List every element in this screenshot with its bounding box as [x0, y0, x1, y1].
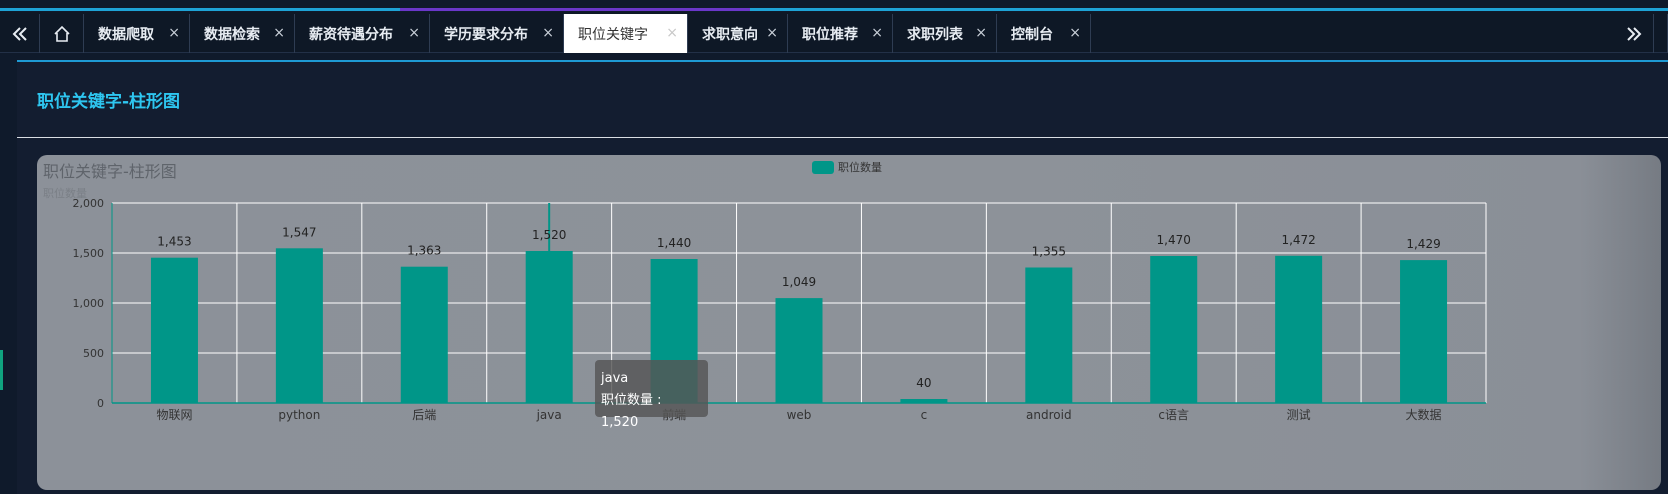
double-chevron-right-icon [1626, 26, 1641, 41]
tab-2[interactable]: 数据检索 × [190, 14, 295, 53]
tooltip-value: 职位数量 : 1,520 [601, 393, 662, 430]
bar [150, 257, 198, 403]
tab-9[interactable]: 控制台 × [997, 14, 1091, 53]
tab-3[interactable]: 薪资待遇分布 × [295, 14, 430, 53]
bar-value-label: 1,547 [282, 225, 316, 239]
bar-value-label: 1,453 [157, 235, 191, 249]
chart-container: 职位关键字-柱形图 职位数量 职位数量 0 500 1,000 1,500 2,000 1… [37, 155, 1661, 490]
bar-value-label: 1,355 [1032, 245, 1066, 259]
bar [275, 248, 323, 403]
tab-label: 学历要求分布 [444, 26, 528, 43]
chart-tooltip: java 职位数量 : 1,520 [595, 360, 708, 430]
tabs-menu-button[interactable] [1654, 14, 1668, 53]
tabs-prev-button[interactable] [0, 14, 40, 53]
tab-label: 数据爬取 [98, 26, 154, 43]
tab-label: 求职意向 [702, 26, 758, 43]
x-tick-label: python [278, 408, 320, 422]
double-chevron-left-icon [12, 26, 27, 41]
x-tick-label: 物联网 [156, 408, 192, 422]
bar-value-label: 1,520 [532, 228, 566, 242]
tab-bar: 数据爬取 × 数据检索 × 薪资待遇分布 × 学历要求分布 × 职位关键字 × 求职意向 × 职位推荐 ×… [0, 12, 1668, 53]
tab-4[interactable]: 学历要求分布 × [430, 14, 564, 53]
top-accent-segment [400, 8, 750, 11]
tab-6[interactable]: 求职意向 × [688, 14, 788, 53]
tab-label: 数据检索 [204, 26, 260, 43]
x-tick-label: web [787, 408, 812, 422]
tab-7[interactable]: 职位推荐 × [788, 14, 893, 53]
close-icon[interactable]: × [168, 25, 180, 41]
tab-5[interactable]: 职位关键字 × [564, 14, 688, 53]
left-edge-marker [0, 350, 3, 390]
bar-value-label: 1,440 [657, 236, 691, 250]
close-icon[interactable]: × [1069, 25, 1081, 41]
panel-divider [17, 137, 1668, 138]
bar [1025, 267, 1073, 403]
bar [1400, 260, 1448, 403]
y-tick-label: 0 [97, 397, 104, 410]
close-icon[interactable]: × [975, 25, 987, 41]
x-tick-label: 大数据 [1406, 407, 1442, 422]
tab-1[interactable]: 数据爬取 × [84, 14, 190, 53]
bar-value-label: 1,472 [1281, 233, 1315, 247]
tab-8[interactable]: 求职列表 × [893, 14, 997, 53]
tab-home[interactable] [40, 14, 84, 53]
bar-chart[interactable]: 0 500 1,000 1,500 2,000 1,453 物联网 1,547 python 1,… [37, 155, 1661, 490]
home-icon [53, 25, 70, 42]
y-tick-label: 500 [83, 347, 104, 360]
tab-label: 求职列表 [907, 26, 963, 43]
tabs-next-button[interactable] [1614, 14, 1654, 53]
x-tick-label: c语言 [1158, 408, 1189, 422]
x-tick-label: c [921, 408, 928, 422]
bar-value-label: 1,470 [1157, 233, 1191, 247]
bar-value-label: 1,363 [407, 244, 441, 258]
x-tick-label: java [536, 408, 562, 422]
close-icon[interactable]: × [542, 25, 554, 41]
y-tick-label: 1,000 [73, 297, 105, 310]
tab-label: 薪资待遇分布 [309, 26, 393, 43]
bar [400, 266, 448, 403]
bar-value-label: 1,429 [1406, 237, 1440, 251]
y-tick-label: 2,000 [73, 197, 105, 210]
close-icon[interactable]: × [871, 25, 883, 41]
bar [775, 298, 823, 403]
bar-value-label: 40 [916, 376, 931, 390]
close-icon[interactable]: × [273, 25, 285, 41]
tab-label: 控制台 [1011, 26, 1053, 43]
bar [1275, 255, 1323, 403]
panel-title: 职位关键字-柱形图 [37, 92, 181, 112]
close-icon[interactable]: × [766, 25, 778, 41]
close-icon[interactable]: × [666, 25, 678, 41]
tab-label: 职位推荐 [802, 26, 858, 43]
x-tick-label: android [1026, 408, 1072, 422]
top-accent-line [0, 8, 1668, 11]
x-tick-label: 后端 [412, 408, 436, 422]
bar-value-label: 1,049 [782, 275, 816, 289]
y-tick-label: 1,500 [73, 247, 105, 260]
bar [1150, 256, 1198, 403]
tooltip-category: java [601, 371, 629, 386]
tab-label: 职位关键字 [578, 26, 648, 43]
x-tick-label: 测试 [1287, 407, 1311, 422]
close-icon[interactable]: × [408, 25, 420, 41]
bar [525, 251, 573, 403]
